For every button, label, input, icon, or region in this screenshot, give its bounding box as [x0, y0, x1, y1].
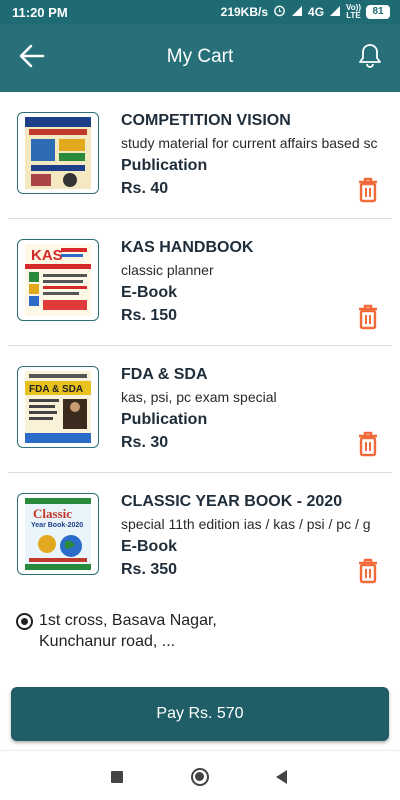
- item-type: E-Book: [121, 538, 177, 555]
- status-time: 11:20 PM: [12, 5, 68, 20]
- delete-button[interactable]: [356, 558, 380, 589]
- alarm-icon: [273, 4, 286, 20]
- address-radio-button[interactable]: [16, 613, 33, 630]
- trash-icon: [357, 177, 379, 208]
- item-description: classic planner: [121, 262, 214, 278]
- pay-button[interactable]: Pay Rs. 570: [11, 687, 389, 741]
- battery-icon: 81: [366, 5, 390, 19]
- item-title: FDA & SDA: [121, 366, 208, 383]
- volte-indicator: Vo)) LTE: [346, 4, 361, 20]
- trash-icon: [357, 558, 379, 589]
- back-triangle-icon[interactable]: [276, 770, 287, 784]
- item-type: E-Book: [121, 284, 177, 301]
- book-cover-classic-year-book: Classic Year Book-2020: [25, 498, 91, 570]
- cart-item[interactable]: FDA & SDA FDA & SDA kas, psi, pc exam sp…: [8, 346, 392, 473]
- trash-icon: [357, 431, 379, 462]
- book-cover-fda-sda: FDA & SDA: [25, 371, 91, 443]
- address-text: 1st cross, Basava Nagar, Kunchanur road,…: [39, 610, 217, 652]
- app-bar: My Cart: [0, 24, 400, 92]
- cart-item[interactable]: KAS KAS HANDBOOK classic planner E-Book …: [8, 219, 392, 346]
- signal-icon-2: [329, 5, 341, 20]
- address-line-2: Kunchanur road, ...: [39, 633, 176, 650]
- product-thumbnail[interactable]: [17, 112, 99, 194]
- item-title: CLASSIC YEAR BOOK - 2020: [121, 493, 343, 510]
- classic-cover-subtitle: Year Book-2020: [31, 522, 83, 529]
- recents-icon[interactable]: [111, 771, 123, 783]
- fda-cover-label: FDA & SDA: [29, 384, 83, 395]
- delete-button[interactable]: [356, 431, 380, 462]
- product-thumbnail[interactable]: Classic Year Book-2020: [17, 493, 99, 575]
- trash-icon: [357, 304, 379, 335]
- item-type: Publication: [121, 157, 208, 174]
- kas-cover-label: KAS: [31, 247, 63, 264]
- system-nav-bar: [0, 750, 400, 800]
- item-title: KAS HANDBOOK: [121, 239, 254, 256]
- product-thumbnail[interactable]: FDA & SDA: [17, 366, 99, 448]
- address-line-1: 1st cross, Basava Nagar,: [39, 612, 217, 629]
- item-description: special 11th edition ias / kas / psi / p…: [121, 516, 371, 532]
- bell-icon: [358, 43, 382, 74]
- signal-icon: [291, 5, 303, 20]
- delete-button[interactable]: [356, 304, 380, 335]
- item-description: study material for current affairs based…: [121, 135, 378, 151]
- status-bar: 11:20 PM 219KB/s 4G Vo)) LTE 81: [0, 0, 400, 24]
- cart-item[interactable]: Classic Year Book-2020 CLASSIC YEAR BOOK…: [8, 473, 392, 600]
- network-speed: 219KB/s: [220, 5, 269, 19]
- home-icon[interactable]: [191, 768, 209, 786]
- volte-bottom: LTE: [346, 11, 361, 20]
- cart-list: COMPETITION VISION study material for cu…: [0, 92, 400, 600]
- book-cover-competition-vision: [25, 117, 91, 189]
- page-title: My Cart: [166, 46, 234, 67]
- cart-item[interactable]: COMPETITION VISION study material for cu…: [8, 92, 392, 219]
- item-description: kas, psi, pc exam special: [121, 389, 277, 405]
- address-option[interactable]: 1st cross, Basava Nagar, Kunchanur road,…: [16, 610, 386, 652]
- classic-cover-title: Classic: [33, 506, 72, 521]
- product-thumbnail[interactable]: KAS: [17, 239, 99, 321]
- item-type: Publication: [121, 411, 208, 428]
- notifications-button[interactable]: [354, 42, 386, 74]
- status-indicators: 219KB/s 4G Vo)) LTE 81: [221, 4, 390, 20]
- item-title: COMPETITION VISION: [121, 112, 291, 129]
- delete-button[interactable]: [356, 177, 380, 208]
- book-cover-kas-handbook: KAS: [25, 244, 91, 316]
- network-type: 4G: [308, 5, 325, 19]
